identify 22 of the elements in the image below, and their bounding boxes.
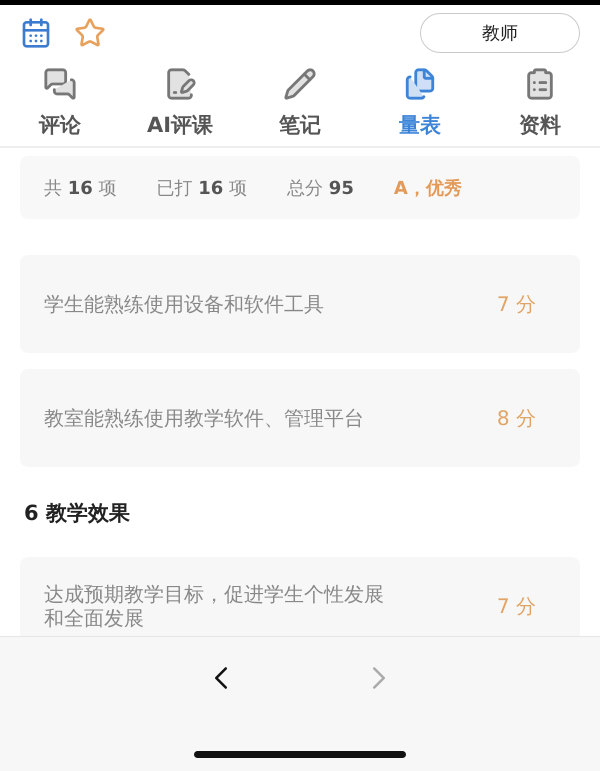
criterion-text: 教室能熟练使用教学软件、管理平台 [44,406,364,430]
role-button[interactable]: 教师 [420,12,580,52]
tab[interactable]: 量表 [360,60,480,146]
tab[interactable]: AI评课 [120,60,240,146]
tab[interactable]: 笔记 [240,60,360,146]
pencil-icon [283,67,317,101]
summary-stat: 共 16 项 [44,176,117,200]
score-label: 7 分 [496,592,536,620]
grade-label: A，优秀 [394,176,462,200]
section-heading: 6 教学效果 [24,500,131,527]
star-icon[interactable] [74,16,106,48]
tab[interactable]: 评论 [0,60,120,146]
calendar-icon[interactable] [20,16,52,48]
speech-bubbles-icon [43,67,77,101]
summary-stat: 已打 16 项 [156,176,248,200]
score-label: 8 分 [496,404,536,432]
score-label: 7 分 [496,290,536,318]
summary-stat: 总分 95 [287,176,354,200]
criterion-text: 学生能熟练使用设备和软件工具 [44,292,324,316]
documents-icon [403,67,437,101]
tab[interactable]: 资料 [480,60,600,146]
criterion-text: 达成预期教学目标，促进学生个性发展和全面发展 [44,582,385,630]
